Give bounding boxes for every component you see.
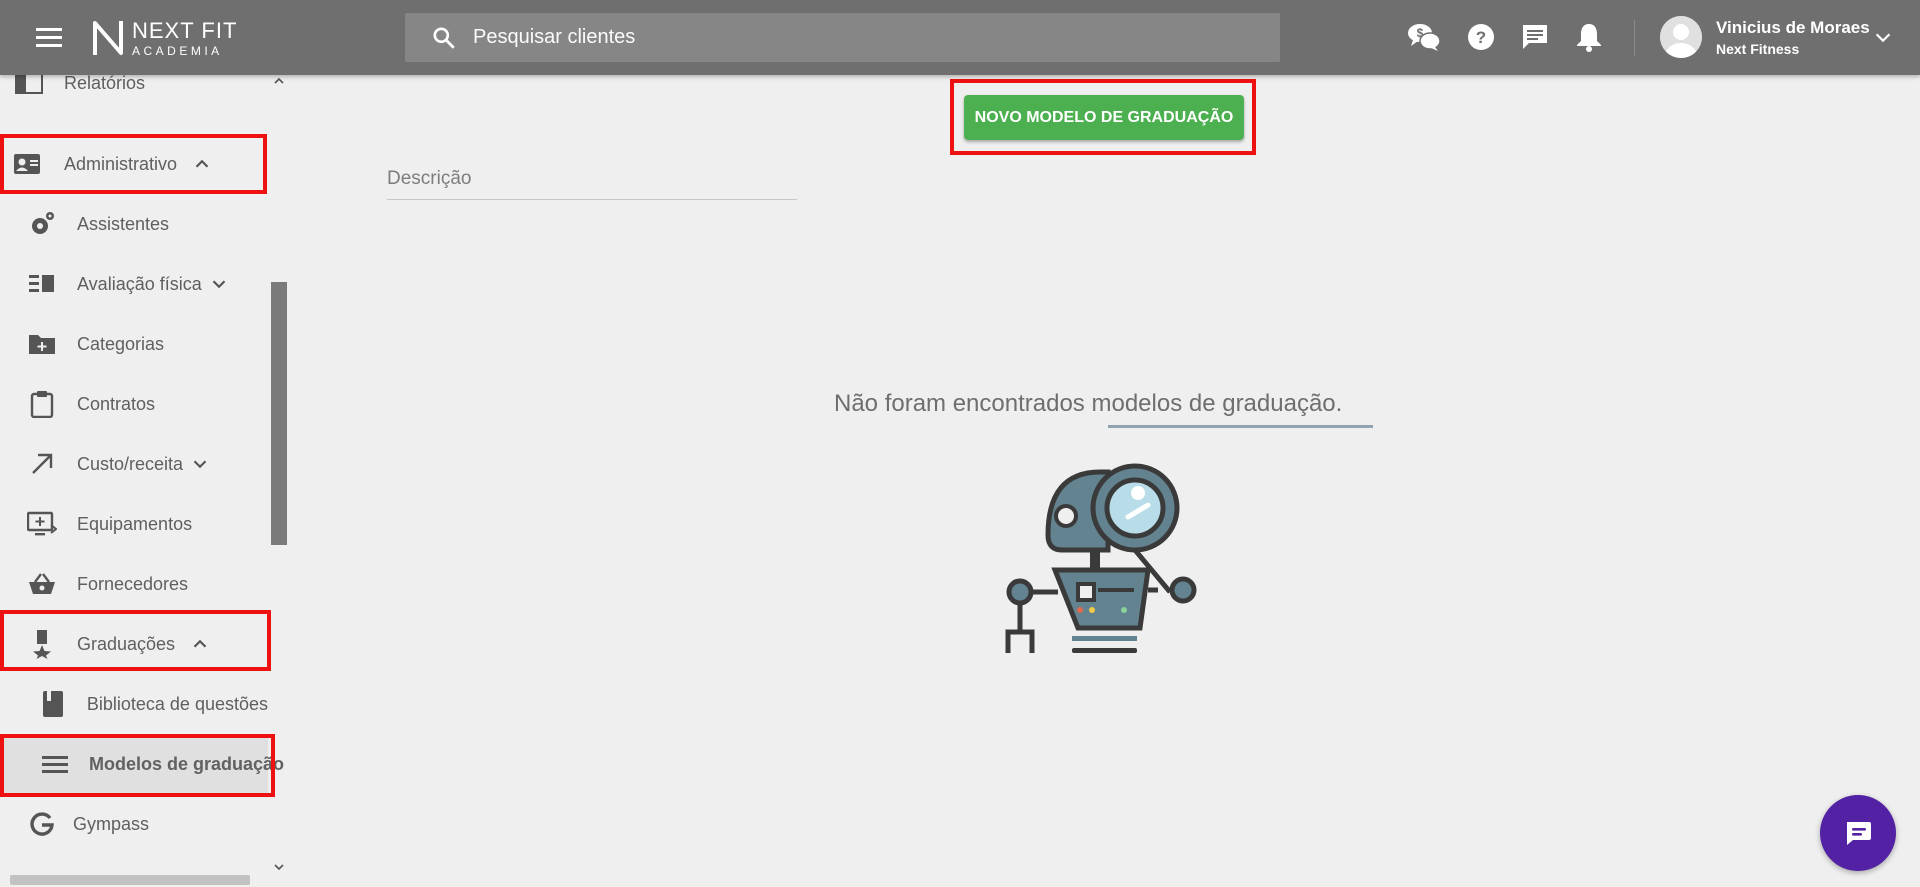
sidebar-item-label: Avaliação física	[77, 273, 202, 294]
robot-search-illustration	[1005, 463, 1197, 653]
sidebar-item-label: Relatórios	[64, 75, 146, 93]
avatar[interactable]	[1660, 16, 1702, 58]
empty-state-underline	[1108, 425, 1373, 428]
sidebar-item-biblioteca-questoes[interactable]: Biblioteca de questões	[0, 674, 268, 734]
sidebar-item-graduacoes[interactable]: Graduações	[0, 614, 268, 674]
sidebar-item-label: Assistentes	[77, 213, 170, 234]
svg-text:$: $	[1417, 26, 1424, 40]
gears-icon	[27, 209, 57, 239]
arrow-up-right-icon	[27, 449, 57, 479]
chevron-up-icon	[195, 159, 209, 168]
logo[interactable]: NEXT FIT ACADEMIA	[92, 19, 237, 57]
sidebar-item-label: Gympass	[73, 813, 150, 834]
description-input[interactable]	[387, 168, 797, 190]
description-filter[interactable]	[387, 168, 797, 200]
sidebar-item-relatorios[interactable]: Relatórios	[0, 75, 268, 113]
sidebar-item-label: Categorias	[77, 333, 165, 354]
scroll-down-icon[interactable]	[274, 863, 284, 871]
sidebar-item-gympass[interactable]: Gympass	[0, 794, 268, 854]
sidebar-item-avaliacao-fisica[interactable]: Avaliação física	[0, 254, 268, 314]
logo-mark-icon	[93, 21, 123, 55]
sidebar-item-modelos-graduacao[interactable]: Modelos de graduação	[0, 734, 284, 794]
sidebar-item-label: Biblioteca de questões	[86, 693, 268, 714]
search-bar[interactable]	[405, 13, 1280, 62]
clipboard-icon	[27, 389, 57, 419]
user-organization: Next Fitness	[1716, 41, 1800, 57]
sidebar: Relatórios Administrativo Assistentes Av…	[0, 75, 288, 887]
basket-icon	[27, 569, 57, 599]
chat-bubble-icon	[1847, 822, 1871, 845]
search-input[interactable]	[473, 26, 1233, 49]
sidebar-item-custo-receita[interactable]: Custo/receita	[0, 434, 268, 494]
help-icon[interactable]: ?	[1464, 20, 1498, 54]
sidebar-item-label: Modelos de graduação	[89, 753, 285, 774]
sidebar-item-equipamentos[interactable]: Equipamentos	[0, 494, 268, 554]
google-g-icon	[27, 809, 57, 839]
id-card-icon	[12, 149, 42, 179]
scroll-up-icon[interactable]	[274, 77, 284, 85]
logo-subtitle: ACADEMIA	[132, 43, 223, 58]
user-name: Vinicius de Moraes	[1716, 18, 1870, 37]
monitor-add-icon	[27, 509, 57, 539]
new-graduation-model-button[interactable]: NOVO MODELO DE GRADUAÇÃO	[964, 95, 1244, 140]
sidebar-item-label: Graduações	[77, 633, 176, 654]
sidebar-item-contratos[interactable]: Contratos	[0, 374, 268, 434]
sidebar-item-label: Contratos	[77, 393, 156, 414]
horizontal-scroll-thumb[interactable]	[10, 875, 250, 885]
sidebar-item-label: Fornecedores	[77, 573, 189, 594]
menu-icon[interactable]	[32, 22, 66, 52]
folder-add-icon	[27, 329, 57, 359]
chat-money-icon[interactable]: $	[1407, 20, 1441, 54]
messages-icon[interactable]	[1518, 20, 1552, 54]
sidebar-item-label: Equipamentos	[77, 513, 193, 534]
user-menu[interactable]: Vinicius de Moraes Next Fitness	[1716, 18, 1870, 57]
sidebar-item-label: Administrativo	[64, 153, 178, 174]
chevron-down-icon	[212, 280, 226, 289]
sidebar-item-administrativo[interactable]: Administrativo	[0, 134, 268, 194]
notifications-bell-icon[interactable]	[1572, 20, 1606, 54]
svg-text:?: ?	[1476, 28, 1486, 47]
chevron-up-icon	[193, 639, 207, 648]
logo-title: NEXT FIT	[132, 17, 238, 43]
sidebar-scroll-thumb[interactable]	[271, 282, 287, 545]
top-bar: NEXT FIT ACADEMIA $ ?	[0, 0, 1920, 75]
header-divider	[1634, 20, 1635, 56]
book-icon	[40, 689, 67, 719]
sidebar-item-fornecedores[interactable]: Fornecedores	[0, 554, 268, 614]
empty-state-message: Não foram encontrados modelos de graduaç…	[834, 390, 1343, 417]
sidebar-item-categorias[interactable]: Categorias	[0, 314, 268, 374]
report-icon	[14, 75, 44, 98]
chevron-down-icon	[193, 460, 207, 469]
list-columns-icon	[27, 269, 57, 299]
search-icon	[433, 26, 455, 49]
medal-icon	[27, 629, 57, 659]
sidebar-item-assistentes[interactable]: Assistentes	[0, 194, 268, 254]
list-icon	[42, 749, 68, 779]
chevron-down-icon[interactable]	[1872, 26, 1894, 48]
chat-widget-button[interactable]	[1820, 795, 1896, 871]
sidebar-item-label: Custo/receita	[77, 453, 184, 474]
